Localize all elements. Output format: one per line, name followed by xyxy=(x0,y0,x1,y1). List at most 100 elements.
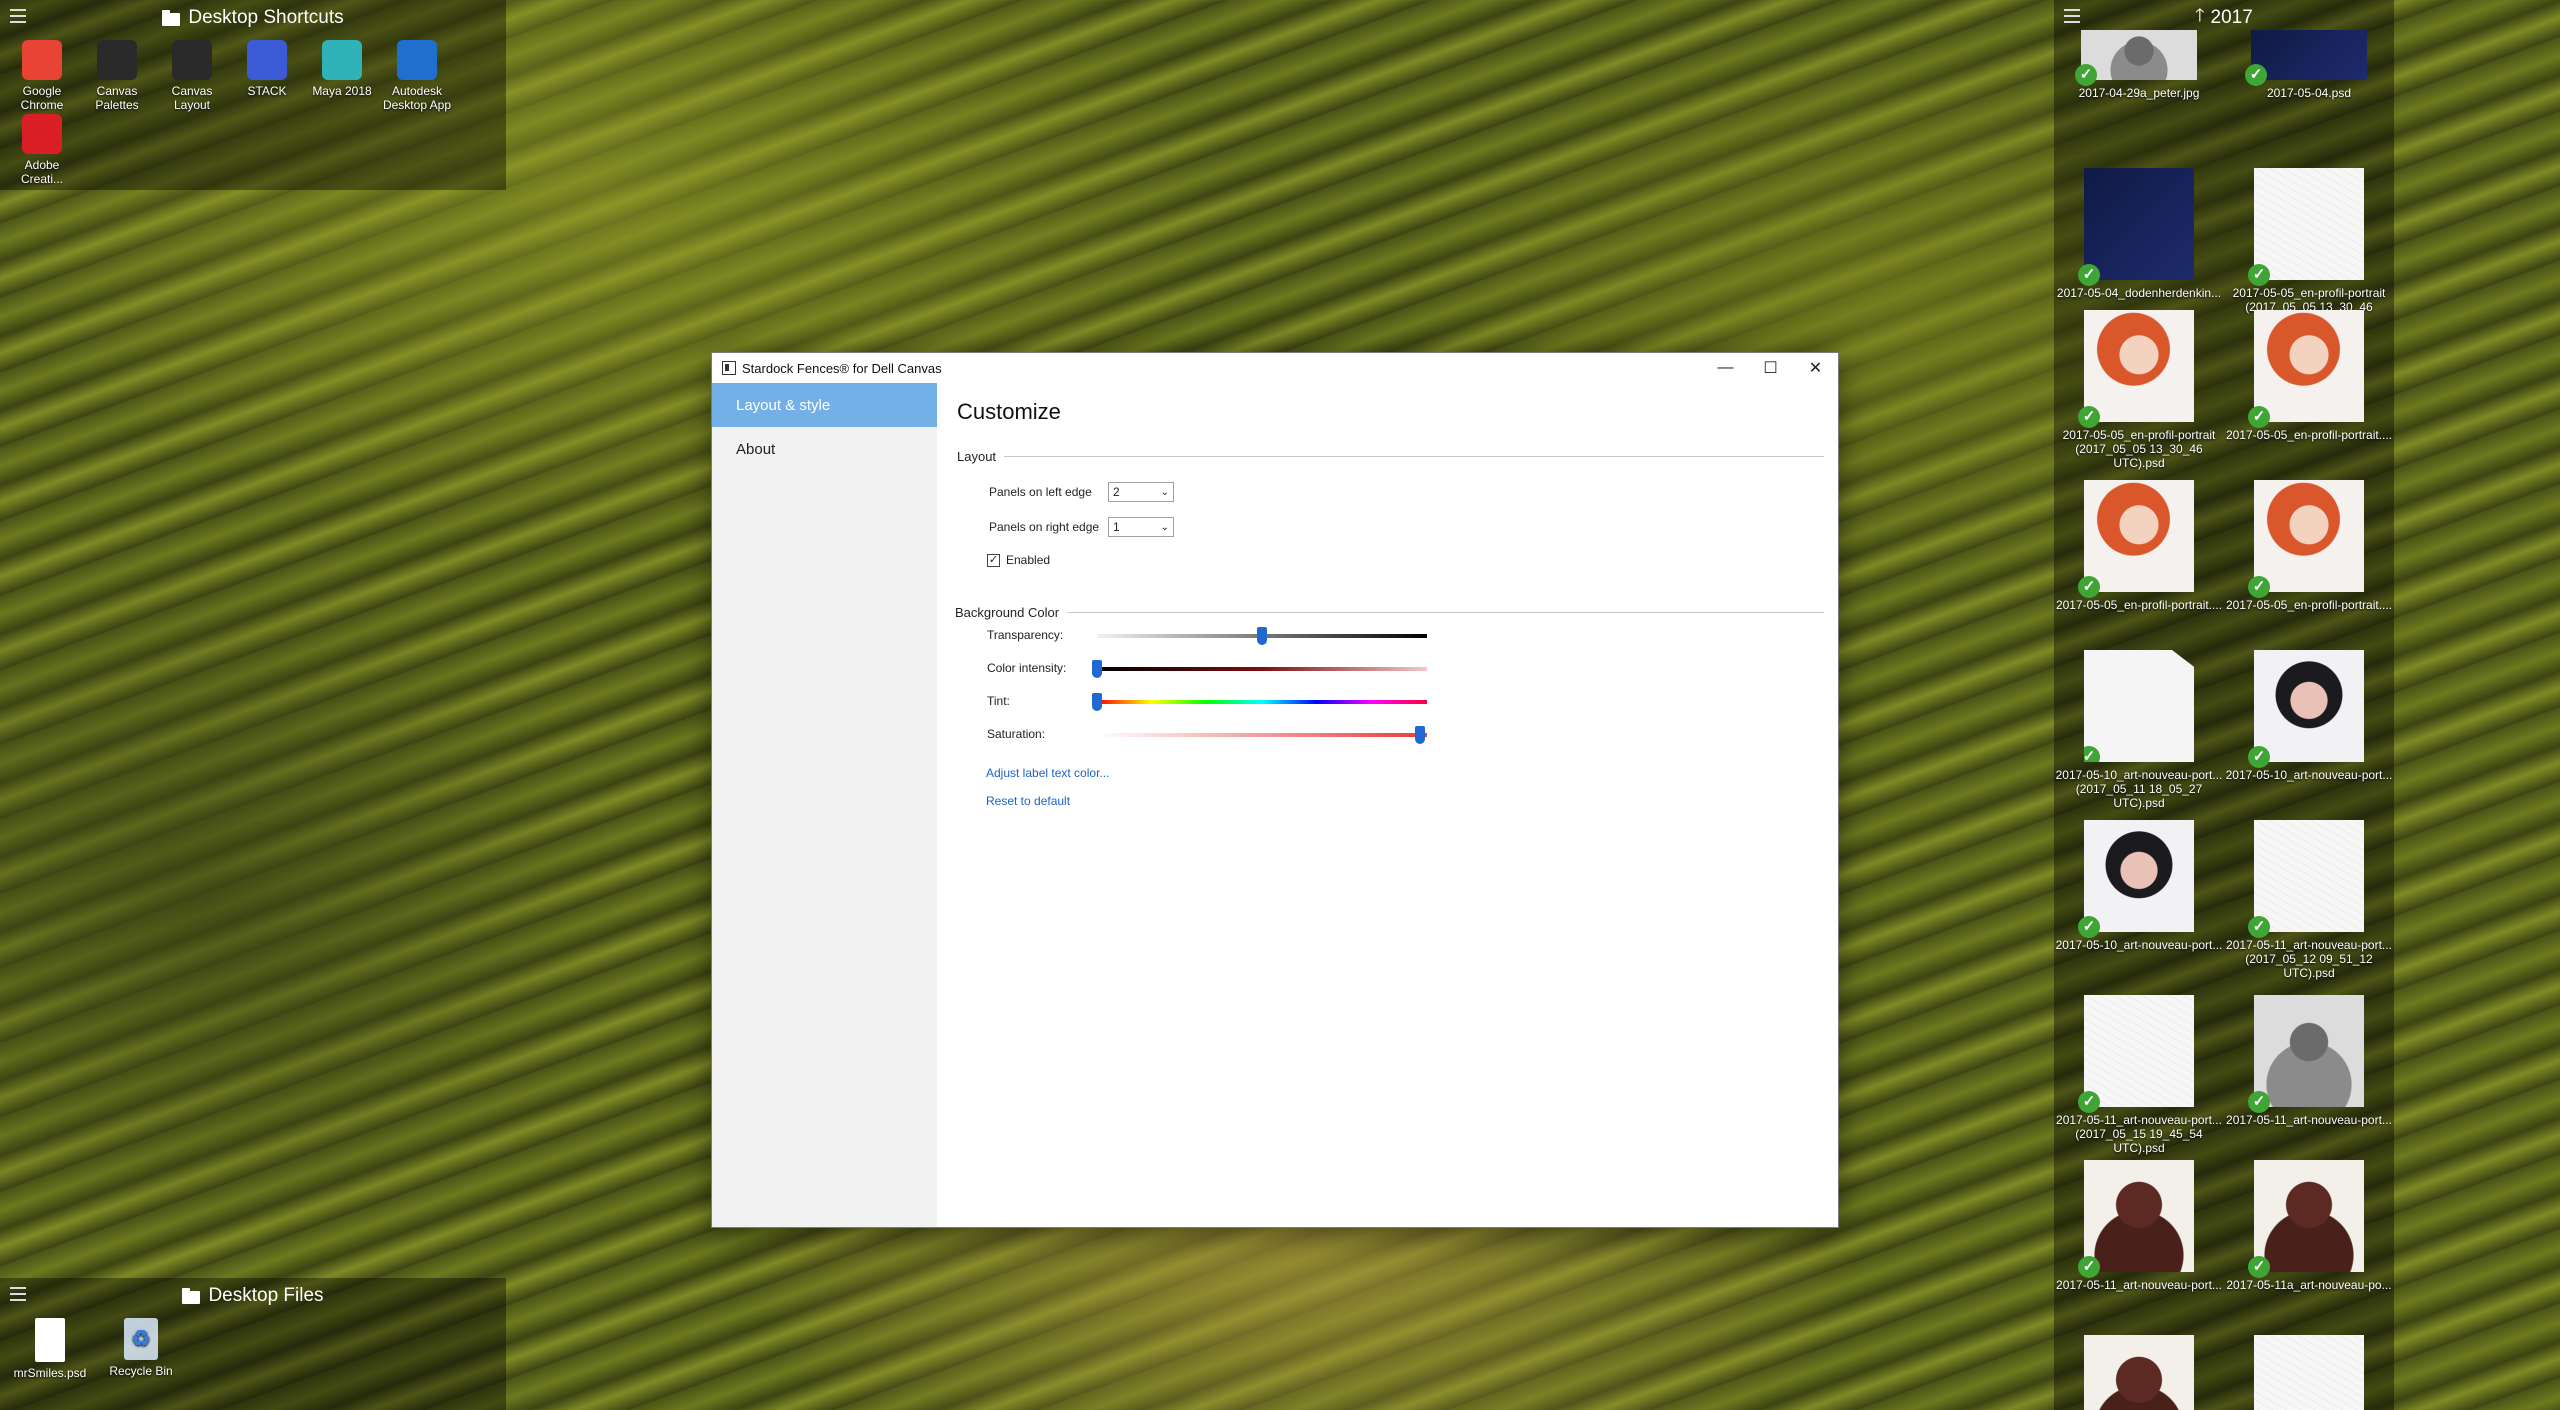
reset-to-default-link[interactable]: Reset to default xyxy=(986,794,1838,808)
nav-layout-style[interactable]: Layout & style xyxy=(712,383,937,427)
tint-slider[interactable] xyxy=(1092,693,1427,711)
left-panels-dropdown[interactable]: 2 ⌄ xyxy=(1108,482,1174,502)
file-thumbnail: ✓ xyxy=(2084,1335,2194,1410)
fence-file-item[interactable]: ✓ 2017-05-11_art-nouveau-port... xyxy=(2224,995,2394,1127)
fence-file-item[interactable]: ✓ 2017-04-29a_peter.jpg xyxy=(2054,30,2224,100)
menu-icon[interactable] xyxy=(2064,9,2080,23)
section-title: Background Color xyxy=(955,605,1060,620)
fence-file-item[interactable]: ✓ 2017-05-05_en-profil-portrait.... xyxy=(2054,480,2224,612)
shortcut-label: Google Chrome xyxy=(20,84,64,112)
fence-file-item[interactable]: ✓ 2017-05-10_art-nouveau-port... xyxy=(2054,820,2224,952)
shortcut-chrome[interactable]: Google Chrome xyxy=(4,40,80,112)
menu-icon[interactable] xyxy=(10,1287,26,1301)
left-panels-label: Panels on left edge xyxy=(989,485,1092,499)
right-panels-label: Panels on right edge xyxy=(989,520,1100,534)
up-arrow-icon[interactable]: 🡑 xyxy=(2195,3,2204,33)
sync-check-icon: ✓ xyxy=(2248,406,2270,428)
shortcut-label: Maya 2018 xyxy=(312,84,372,98)
fence-file-item[interactable]: ✓ 2017-05-05_en-profil-portrait.... xyxy=(2224,310,2394,442)
fence-file-item[interactable]: ✓ 2017-05-04_dodenherdenkin... xyxy=(2054,168,2224,300)
desktop-file-recycle-bin[interactable]: ♻ Recycle Bin xyxy=(103,1318,179,1378)
chevron-down-icon: ⌄ xyxy=(1160,521,1169,533)
fence-file-item[interactable]: ✓ xyxy=(2224,1335,2394,1410)
background-section-header: Background Color xyxy=(955,605,1838,620)
fence-file-item[interactable]: ✓ 2017-05-05_en-profil-portrait.... xyxy=(2224,480,2394,612)
slider-thumb[interactable] xyxy=(1092,660,1102,678)
color-intensity-slider[interactable] xyxy=(1092,660,1427,678)
sync-check-icon: ✓ xyxy=(2248,576,2270,598)
right-panels-dropdown[interactable]: 1 ⌄ xyxy=(1108,517,1174,537)
file-thumbnail: ✓ xyxy=(2078,1160,2194,1278)
file-label: 2017-05-04_dodenherdenkin... xyxy=(2056,286,2222,300)
saturation-slider[interactable] xyxy=(1097,726,1427,744)
shortcut-autodesk[interactable]: Autodesk Desktop App xyxy=(379,40,455,112)
fence-file-item[interactable]: ✓ 2017-05-11_art-nouveau-port... (2017_05… xyxy=(2054,995,2224,1155)
background-sliders: Transparency: Color intensity: Tint: Sat… xyxy=(957,622,1838,754)
shortcut-adobe-cc[interactable]: Adobe Creati... xyxy=(4,114,80,186)
maya-icon xyxy=(322,40,362,80)
saturation-label: Saturation: xyxy=(987,727,1046,741)
slider-thumb[interactable] xyxy=(1415,726,1426,744)
slider-thumb[interactable] xyxy=(1257,627,1267,645)
transparency-row: Transparency: xyxy=(987,622,1838,655)
file-label: 2017-05-11_art-nouveau-port... (2017_05_… xyxy=(2056,1113,2222,1155)
fence-file-item[interactable]: ✓ 2017-05-11_art-nouveau-port... (2017_05… xyxy=(2224,820,2394,980)
dropdown-value: 2 xyxy=(1113,485,1120,499)
sync-check-icon: ✓ xyxy=(2078,1256,2100,1278)
canvas-layout-icon xyxy=(172,40,212,80)
file-thumbnail: ✓ xyxy=(2248,650,2364,768)
fence-file-item[interactable]: ✓ 2017-05-10_art-nouveau-port... (2017_05… xyxy=(2054,650,2224,810)
fence-file-item[interactable]: ✓ 2017-05-11a_art-nouveau-po... xyxy=(2224,1160,2394,1292)
fence-file-item[interactable]: ✓ 2017-05-11_art-nouveau-port... xyxy=(2054,1160,2224,1292)
maximize-button[interactable]: ☐ xyxy=(1748,353,1793,383)
file-label: 2017-05-05_en-profil-portrait.... xyxy=(2225,598,2393,612)
layout-section-header: Layout xyxy=(957,449,1838,464)
desktop-file-mrsmiles[interactable]: mrSmiles.psd xyxy=(12,1318,88,1380)
file-thumbnail: ✓ xyxy=(2248,995,2364,1113)
nav-about[interactable]: About xyxy=(712,427,937,471)
file-label: 2017-05-05_en-profil-portrait.... xyxy=(2225,428,2393,442)
file-thumbnail: ✓ xyxy=(2248,168,2364,286)
fence-title-bar[interactable]: Desktop Files xyxy=(0,1278,506,1314)
fence-title: Desktop Shortcuts xyxy=(188,7,344,28)
adjust-label-color-link[interactable]: Adjust label text color... xyxy=(986,766,1838,780)
file-thumbnail: ✓ xyxy=(2078,820,2194,938)
transparency-slider[interactable] xyxy=(1097,627,1427,645)
divider xyxy=(1067,612,1824,613)
canvas-palettes-icon xyxy=(97,40,137,80)
sync-check-icon: ✓ xyxy=(2248,746,2270,768)
sync-check-icon: ✓ xyxy=(2248,264,2270,286)
sync-check-icon: ✓ xyxy=(2248,1256,2270,1278)
file-label: 2017-05-11_art-nouveau-port... (2017_05_… xyxy=(2226,938,2392,980)
file-thumbnail: ✓ xyxy=(2078,310,2194,428)
settings-content: Customize Layout Panels on left edge 2 ⌄… xyxy=(937,383,1838,1227)
file-thumbnail: ✓ xyxy=(2254,1335,2364,1410)
fence-file-item[interactable]: ✓ 2017-05-05_en-profil-portrait (2017_05_… xyxy=(2054,310,2224,470)
shortcut-canvas-palettes[interactable]: Canvas Palettes xyxy=(79,40,155,112)
fence-title-bar[interactable]: Desktop Shortcuts xyxy=(0,0,506,36)
fence-file-item[interactable]: ✓ 2017-05-04.psd xyxy=(2224,30,2394,100)
file-thumbnail: ✓ xyxy=(2245,30,2367,86)
file-label: 2017-05-10_art-nouveau-port... xyxy=(2225,768,2393,782)
shortcut-stack[interactable]: STACK xyxy=(229,40,305,98)
folder-icon xyxy=(182,1287,201,1304)
file-thumbnail: ✓ xyxy=(2248,310,2364,428)
minimize-button[interactable]: — xyxy=(1703,353,1748,383)
desktop-files-fence[interactable]: Desktop Files mrSmiles.psd ♻ Recycle Bin xyxy=(0,1278,506,1410)
slider-thumb[interactable] xyxy=(1092,693,1102,711)
enabled-checkbox[interactable]: ✓ xyxy=(987,553,1000,567)
fence-file-item[interactable]: ✓ 2017-05-10_art-nouveau-port... xyxy=(2224,650,2394,782)
menu-icon[interactable] xyxy=(10,9,26,23)
shortcut-maya[interactable]: Maya 2018 xyxy=(304,40,380,98)
enabled-row[interactable]: ✓ Enabled xyxy=(987,553,1838,567)
window-title: Stardock Fences® for Dell Canvas xyxy=(742,360,942,376)
close-button[interactable]: ✕ xyxy=(1793,353,1838,383)
folder-2017-fence[interactable]: 🡑 2017 ✓ 2017-04-29a_peter.jpg ✓ 2017-05-04… xyxy=(2054,0,2394,1410)
fence-file-item[interactable]: ✓ 2017-05-05_en-profil-portrait (2017_05_… xyxy=(2224,168,2394,328)
fences-settings-window: Stardock Fences® for Dell Canvas — ☐ ✕ L… xyxy=(712,353,1838,1227)
shortcut-canvas-layout[interactable]: Canvas Layout xyxy=(154,40,230,112)
window-titlebar[interactable]: Stardock Fences® for Dell Canvas — ☐ ✕ xyxy=(712,353,1838,383)
fence-file-item[interactable]: ✓ xyxy=(2054,1335,2224,1410)
file-label: 2017-05-05_en-profil-portrait (2017_05_0… xyxy=(2062,428,2216,470)
desktop-shortcuts-fence[interactable]: Desktop Shortcuts Google Chrome Canvas Pa… xyxy=(0,0,506,190)
